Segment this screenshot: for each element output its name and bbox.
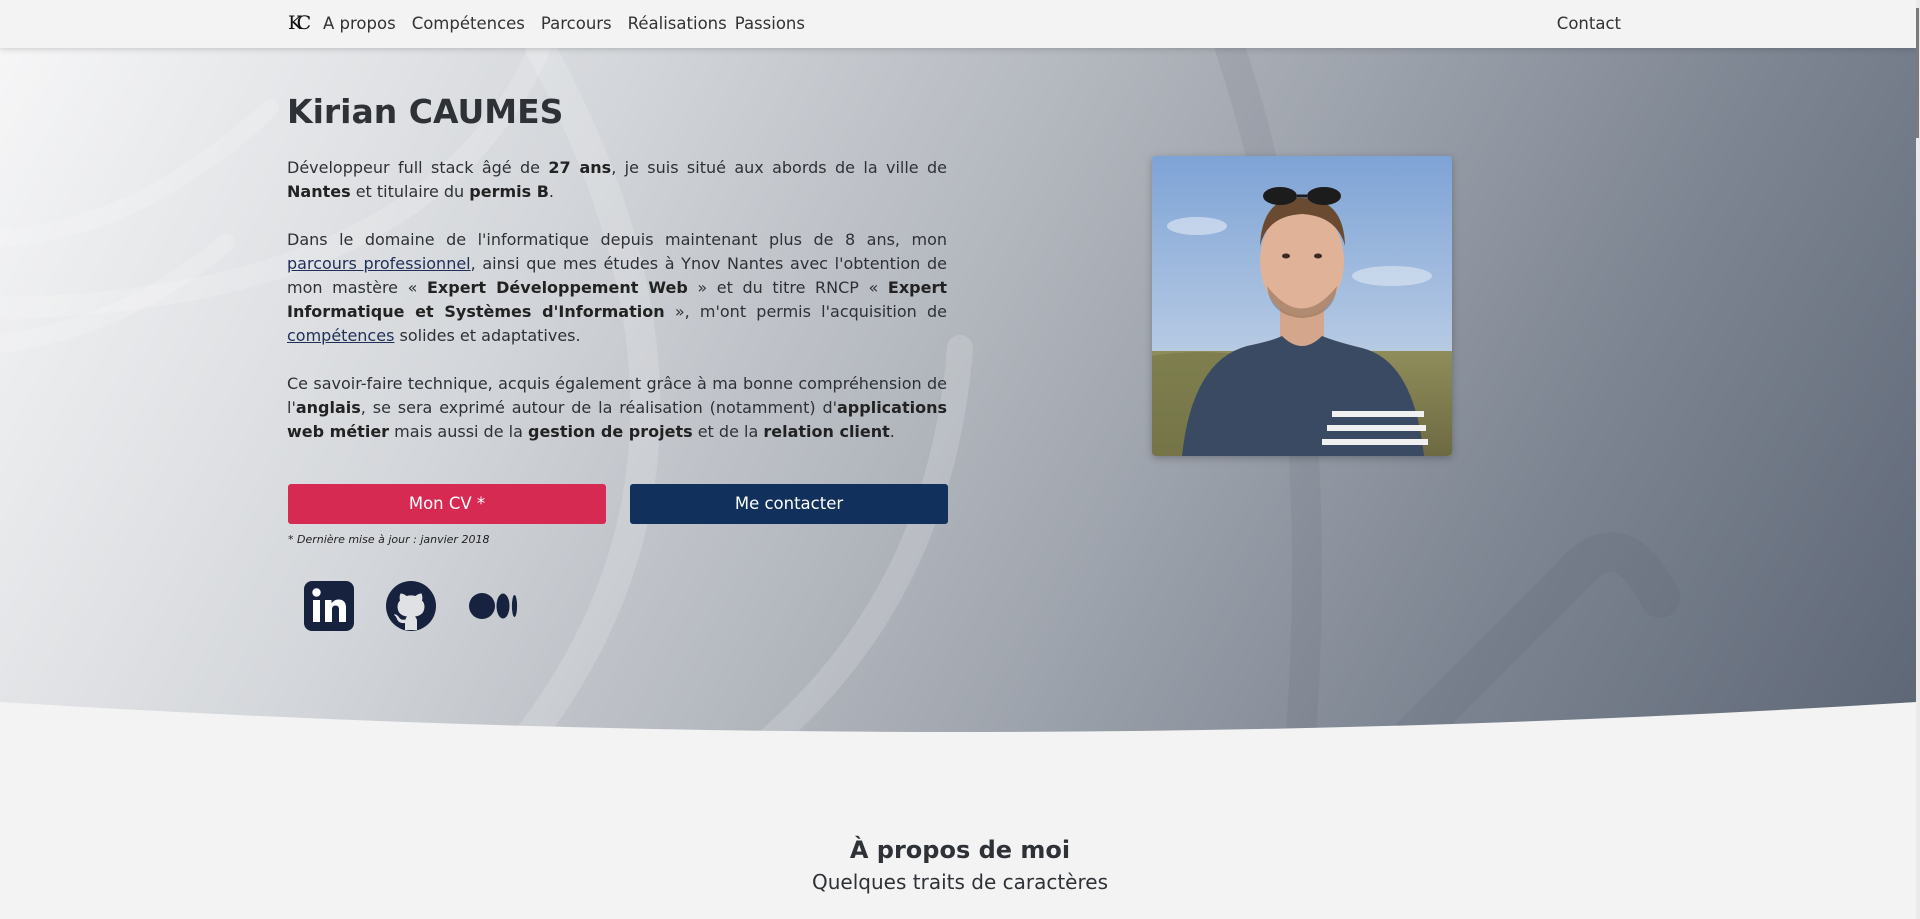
bio-paragraph-3: Ce savoir-faire technique, acquis égalem… xyxy=(287,372,947,444)
bio-bold: relation client xyxy=(763,422,890,441)
cv-button[interactable]: Mon CV * xyxy=(288,484,606,524)
nav-contact[interactable]: Contact xyxy=(1557,14,1621,33)
scrollbar-thumb[interactable] xyxy=(1916,8,1919,138)
link-parcours-professionnel[interactable]: parcours professionnel xyxy=(287,254,471,273)
bio-text-span: et titulaire du xyxy=(350,182,470,201)
bio-text-span: . xyxy=(548,182,554,201)
bio-text: Développeur full stack âgé de 27 ans, je… xyxy=(287,156,947,468)
link-competences[interactable]: compétences xyxy=(287,326,394,345)
bio-bold: 27 ans xyxy=(548,158,612,177)
bio-text-span: , se sera exprimé autour de la réalisati… xyxy=(360,398,837,417)
nav-competences[interactable]: Compétences xyxy=(412,14,525,33)
logo-kc[interactable]: KC xyxy=(288,12,311,34)
medium-icon[interactable] xyxy=(467,580,519,632)
about-section-title: À propos de moi xyxy=(849,836,1071,864)
nav-a-propos[interactable]: A propos xyxy=(323,14,396,33)
bio-bold: gestion de projets xyxy=(527,422,693,441)
bio-text-span: Dans le domaine de l'informatique depuis… xyxy=(287,230,947,249)
bio-bold: Nantes xyxy=(287,182,351,201)
bio-text-span: . xyxy=(889,422,895,441)
page-title: Kirian CAUMES xyxy=(287,92,564,131)
profile-photo xyxy=(1152,156,1452,456)
nav-passions[interactable]: Passions xyxy=(735,14,805,33)
nav-parcours[interactable]: Parcours xyxy=(541,14,612,33)
nav-realisations[interactable]: Réalisations xyxy=(628,14,727,33)
bio-text-span: Développeur full stack âgé de xyxy=(287,158,549,177)
bio-bold: anglais xyxy=(295,398,361,417)
bio-bold: permis B xyxy=(469,182,549,201)
page-scrollbar[interactable] xyxy=(1916,0,1920,919)
main-nav: A propos Compétences Parcours Réalisatio… xyxy=(323,14,821,33)
bio-bold: Expert Développement Web xyxy=(426,278,688,297)
cv-update-note: * Dernière mise à jour : janvier 2018 xyxy=(288,533,490,546)
bio-paragraph-1: Développeur full stack âgé de 27 ans, je… xyxy=(287,156,947,204)
linkedin-icon[interactable] xyxy=(303,580,355,632)
bio-text-span: » et du titre RNCP « xyxy=(687,278,888,297)
hero-section: Kirian CAUMES Développeur full stack âgé… xyxy=(0,48,1916,748)
bio-text-span: solides et adaptatives. xyxy=(394,326,581,345)
bio-paragraph-2: Dans le domaine de l'informatique depuis… xyxy=(287,228,947,348)
bio-text-span: et de la xyxy=(692,422,764,441)
contact-me-button[interactable]: Me contacter xyxy=(630,484,948,524)
top-navbar: KC A propos Compétences Parcours Réalisa… xyxy=(0,0,1916,48)
bio-text-span: , je suis situé aux abords de la ville d… xyxy=(611,158,947,177)
about-section-subtitle: Quelques traits de caractères xyxy=(812,870,1108,894)
bio-text-span: mais aussi de la xyxy=(389,422,528,441)
github-icon[interactable] xyxy=(385,580,437,632)
bio-text-span: », m'ont permis l'acquisition de xyxy=(664,302,947,321)
